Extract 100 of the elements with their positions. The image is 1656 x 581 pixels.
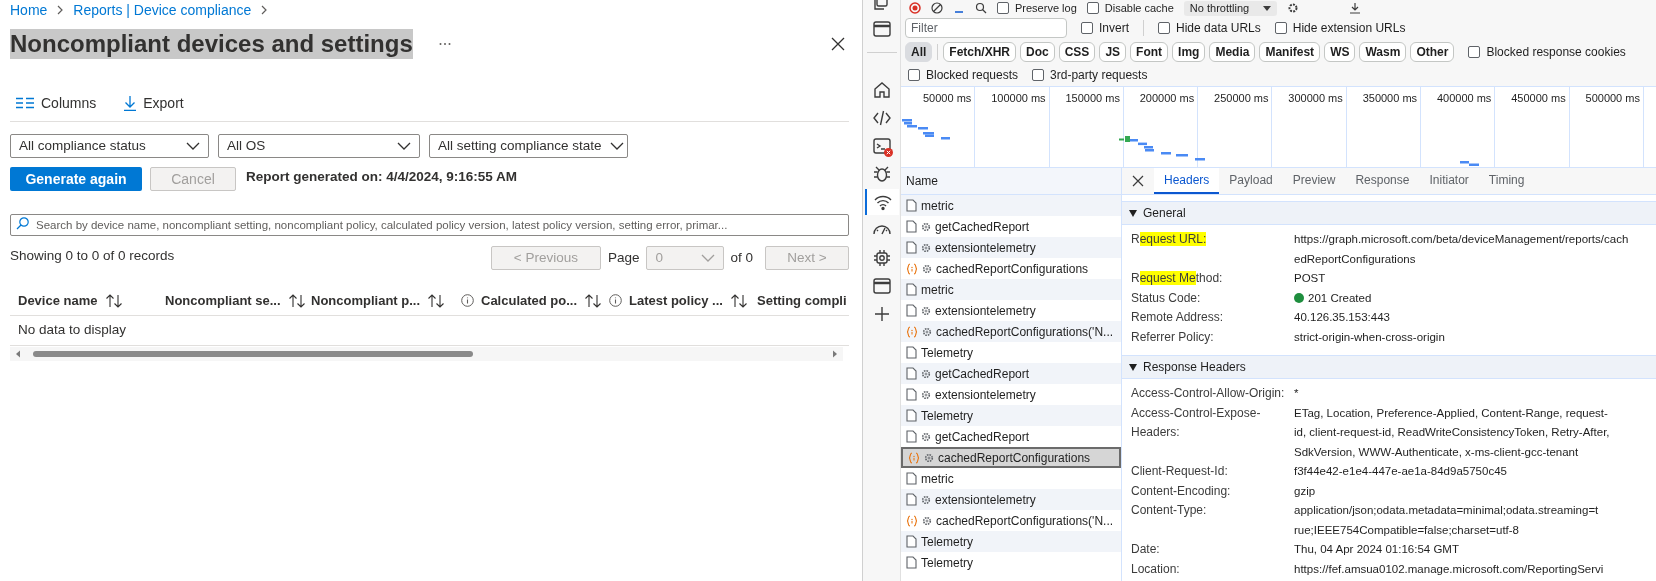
clear-icon[interactable] xyxy=(931,2,943,14)
filter-dropdown[interactable]: All compliance status xyxy=(10,134,209,158)
column-header[interactable]: Noncompliant p... xyxy=(303,290,453,311)
sort-icon[interactable] xyxy=(584,293,603,308)
info-icon xyxy=(461,294,474,307)
column-header[interactable]: Name xyxy=(901,168,1121,195)
chip-icon[interactable] xyxy=(871,248,892,268)
checkbox-label: Preserve log xyxy=(1015,2,1077,14)
checkbox[interactable] xyxy=(1081,22,1093,34)
type-filter-chip[interactable]: Other xyxy=(1410,42,1455,62)
horizontal-scrollbar[interactable] xyxy=(10,347,843,361)
search-field[interactable]: Search by device name, noncompliant setting, noncompliant policy, calculated policy version, latest policy version, setting error, primar... xyxy=(10,214,849,236)
type-filter-chip[interactable]: Font xyxy=(1130,42,1169,62)
gear-icon[interactable] xyxy=(1287,2,1300,14)
bug-icon[interactable] xyxy=(871,164,892,184)
console-icon[interactable] xyxy=(871,136,892,156)
document-icon xyxy=(906,367,917,380)
details-tab[interactable]: Response xyxy=(1345,168,1420,194)
generate-button[interactable]: Generate again xyxy=(10,167,142,191)
type-filter-chip[interactable]: Manifest xyxy=(1259,42,1321,62)
filter-dropdown[interactable]: All OS xyxy=(218,134,420,158)
type-filter-chip[interactable]: WS xyxy=(1324,42,1356,62)
request-row[interactable]: extensiontelemetry xyxy=(901,489,1121,510)
details-tab[interactable]: Headers xyxy=(1154,168,1220,194)
gear-icon xyxy=(921,389,931,400)
sidebar-tab[interactable] xyxy=(864,189,899,215)
info-icon xyxy=(609,294,622,307)
throttling-dropdown[interactable]: No throttling xyxy=(1183,0,1278,16)
request-row[interactable]: Telemetry xyxy=(901,531,1121,552)
request-row[interactable]: metric xyxy=(901,279,1121,300)
section-header[interactable]: General xyxy=(1122,201,1656,225)
type-filter-chip[interactable]: Img xyxy=(1172,42,1206,62)
header-value: https://graph.microsoft.com/beta/deviceManagement/reports/cach edReportConfigurations xyxy=(1294,232,1629,267)
sort-icon[interactable] xyxy=(287,293,306,308)
record-count: Showing 0 to 0 of 0 records xyxy=(10,246,175,265)
request-row[interactable]: cachedReportConfigurations xyxy=(901,447,1121,468)
sort-icon[interactable] xyxy=(427,293,446,308)
chevron-down-icon xyxy=(397,142,411,150)
window-icon[interactable] xyxy=(871,276,892,296)
gear-icon xyxy=(921,221,931,232)
code-icon[interactable] xyxy=(871,108,892,128)
details-tab[interactable]: Payload xyxy=(1219,168,1283,194)
request-row[interactable]: extensiontelemetry xyxy=(901,237,1121,258)
type-filter-chip[interactable]: JS xyxy=(1099,42,1127,62)
checkbox[interactable] xyxy=(1032,69,1045,81)
sort-icon[interactable] xyxy=(104,293,123,308)
breadcrumb-link[interactable]: Home xyxy=(10,0,48,21)
request-row[interactable]: Telemetry xyxy=(901,405,1121,426)
column-header[interactable]: Setting compli xyxy=(749,290,849,311)
caret-icon xyxy=(1263,5,1272,11)
record-icon[interactable] xyxy=(909,2,921,14)
column-header[interactable]: Noncompliant se... xyxy=(157,290,303,311)
section-header[interactable]: Response Headers xyxy=(1122,355,1656,379)
type-filter-chip[interactable]: Media xyxy=(1209,42,1256,62)
request-row[interactable]: metric xyxy=(901,195,1121,216)
type-filter-chip[interactable]: Doc xyxy=(1020,42,1055,62)
window-icon[interactable] xyxy=(871,19,892,39)
close-icon[interactable] xyxy=(1132,175,1144,187)
type-filter-chip[interactable]: CSS xyxy=(1058,42,1096,62)
checkbox[interactable] xyxy=(1158,22,1170,34)
breadcrumb-link[interactable]: Reports | Device compliance xyxy=(73,0,252,21)
details-tab[interactable]: Initiator xyxy=(1419,168,1479,194)
type-filter-chip[interactable]: Wasm xyxy=(1359,42,1407,62)
type-filter-chip[interactable]: All xyxy=(905,42,933,62)
request-row[interactable]: cachedReportConfigurations('N... xyxy=(901,321,1121,342)
chevron-icon xyxy=(56,5,65,15)
header-value: https://fef.amsua0102.manage.microsoft.com/ReportingServi xyxy=(1294,561,1604,577)
column-header[interactable]: Latest policy ... xyxy=(601,290,749,311)
more-icon[interactable] xyxy=(438,42,451,46)
timeline-tick-label: 400000 ms xyxy=(1436,91,1492,104)
close-icon[interactable] xyxy=(831,37,845,51)
gear-icon xyxy=(922,263,932,274)
search-icon xyxy=(16,217,29,230)
checkbox[interactable] xyxy=(1086,2,1099,14)
filter-dropdown[interactable]: All setting compliance state xyxy=(429,134,628,158)
checkbox[interactable] xyxy=(1468,46,1481,58)
download-icon[interactable] xyxy=(1349,2,1362,14)
timeline-tick-label: 300000 ms xyxy=(1288,91,1343,104)
document-icon xyxy=(906,493,917,506)
checkbox[interactable] xyxy=(1274,22,1287,34)
checkbox-label: Blocked requests xyxy=(926,67,1019,84)
search-icon[interactable] xyxy=(975,2,987,14)
column-header[interactable]: Calculated po... xyxy=(453,290,601,311)
gear-icon xyxy=(921,431,931,442)
gear-icon xyxy=(921,368,931,379)
columns-button[interactable]: Columns xyxy=(10,92,97,114)
sort-icon[interactable] xyxy=(729,293,748,308)
home-icon[interactable] xyxy=(871,80,892,100)
request-row[interactable]: getCachedReport xyxy=(901,363,1121,384)
type-filter-chip[interactable]: Fetch/XHR xyxy=(943,42,1017,62)
checkbox[interactable] xyxy=(997,2,1009,14)
chevron-down-icon xyxy=(609,142,624,150)
columns-icon xyxy=(16,97,34,109)
export-button[interactable]: Export xyxy=(118,92,184,114)
checkbox[interactable] xyxy=(908,69,920,81)
filter-field[interactable]: Filter xyxy=(905,18,1067,38)
column-header[interactable]: Device name xyxy=(10,290,157,311)
document-icon xyxy=(906,409,917,422)
details-tab[interactable]: Preview xyxy=(1282,168,1346,194)
details-tab[interactable]: Timing xyxy=(1478,168,1535,194)
